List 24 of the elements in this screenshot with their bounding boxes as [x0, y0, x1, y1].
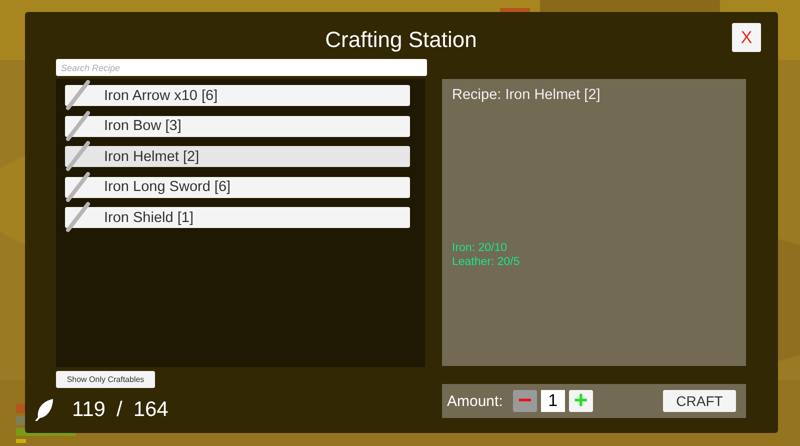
rod-icon: [65, 172, 91, 202]
recipe-item[interactable]: Iron Long Sword [6]: [65, 176, 410, 198]
capacity-separator: /: [116, 398, 122, 422]
rod-icon: [65, 80, 91, 111]
feather-icon: [33, 398, 55, 422]
capacity-total: 164: [133, 398, 168, 422]
ingredient-text: Iron: 20/10: [452, 241, 508, 255]
show-only-craftables-button[interactable]: Show Only Craftables: [56, 371, 155, 388]
window-title: Crafting Station: [325, 26, 477, 52]
craft-button[interactable]: CRAFT: [663, 390, 736, 412]
recipe-title: Recipe: Iron Helmet [2]: [452, 87, 602, 103]
search-field[interactable]: Search Recipe: [56, 59, 427, 76]
ingredient-text: Leather: 20/5: [452, 255, 521, 269]
capacity-current: 119: [72, 398, 106, 422]
recipe-item[interactable]: Iron Bow [3]: [65, 116, 410, 136]
rod-icon: [65, 202, 91, 233]
amount-field[interactable]: 1: [540, 390, 565, 412]
close-button[interactable]: X: [732, 23, 761, 52]
amount-label: Amount:: [447, 392, 503, 410]
recipe-item[interactable]: Iron Arrow x10 [6]: [65, 85, 410, 106]
recipe-item[interactable]: Iron Helmet [2]: [65, 146, 410, 167]
rod-icon: [65, 141, 91, 172]
recipe-item[interactable]: Iron Shield [1]: [65, 207, 410, 228]
rod-icon: [65, 110, 91, 142]
